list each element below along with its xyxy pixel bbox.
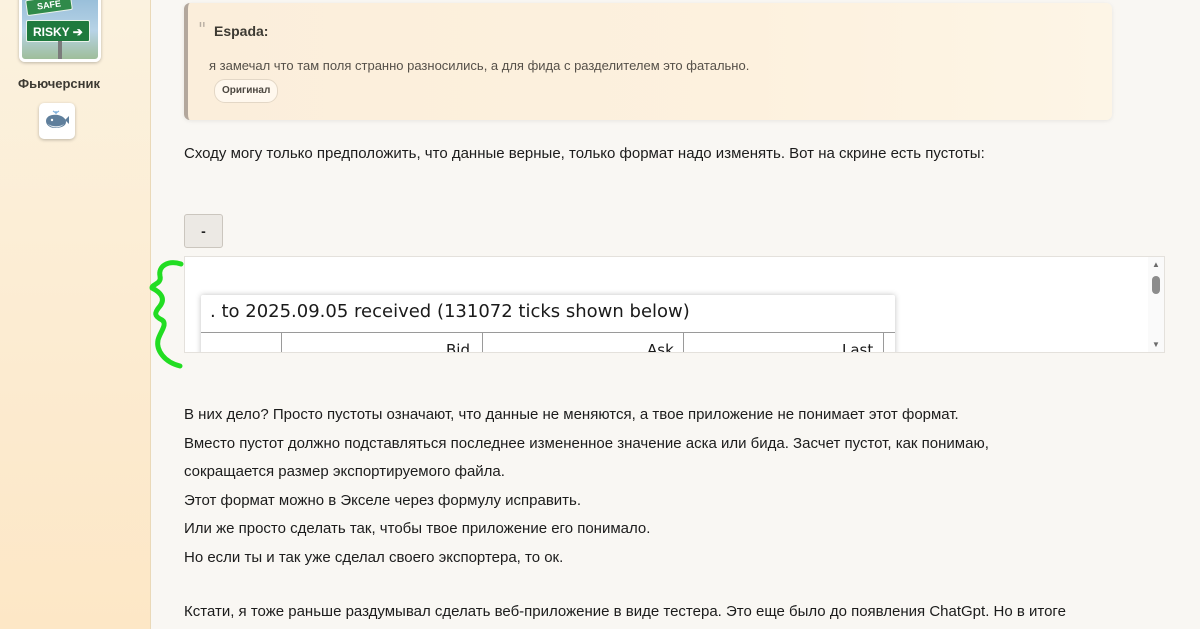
column-header-last: Last (842, 341, 874, 353)
user-sidebar: SAFE RISKY ➔ Фьючерсник (0, 0, 151, 629)
post-line: Вместо пустот должно подставляться после… (184, 434, 989, 452)
post-line: Или же просто сделать так, чтобы твое пр… (184, 520, 651, 538)
sign-post (58, 41, 62, 59)
column-divider (883, 333, 884, 352)
scroll-down-icon[interactable]: ▼ (1152, 340, 1160, 349)
post-line: Но если ты и так уже сделал своего экспо… (184, 548, 564, 566)
quote-block: " Espada: я замечал что там поля странно… (184, 3, 1112, 120)
username[interactable]: Фьючерсник (0, 76, 118, 91)
spoiler-toggle-button[interactable]: - (184, 214, 223, 248)
post-line: сокращается размер экспортируемого файла… (184, 463, 505, 481)
avatar-sign-safe: SAFE (25, 0, 73, 17)
embedded-screenshot: . to 2025.09.05 received (131072 ticks s… (201, 295, 895, 353)
green-brace-annotation (149, 260, 184, 369)
post-intro: Сходу могу только предположить, что данн… (184, 145, 985, 162)
column-header-ask: Ask (647, 341, 674, 353)
avatar-sign-risky: RISKY ➔ (26, 20, 90, 42)
quote-mark-icon: " (198, 19, 207, 40)
post-body: В них дело? Просто пустоты означают, что… (184, 401, 989, 573)
post-line: В них дело? Просто пустоты означают, что… (184, 406, 959, 423)
column-header-bid: Bid (446, 341, 470, 353)
column-divider (482, 333, 483, 352)
post-line: Этот формат можно в Экселе через формулу… (184, 491, 582, 509)
embed-scrollbar[interactable]: ▲ ▼ (1148, 257, 1164, 352)
whale-badge[interactable] (39, 103, 75, 139)
table-header-divider (201, 332, 895, 333)
whale-icon (46, 110, 69, 128)
quote-text: я замечал что там поля странно разносили… (209, 58, 750, 73)
scroll-up-icon[interactable]: ▲ (1152, 260, 1160, 269)
column-divider (683, 333, 684, 352)
column-divider (281, 333, 282, 352)
screenshot-title: . to 2025.09.05 received (131072 ticks s… (210, 301, 690, 322)
scroll-thumb[interactable] (1152, 276, 1160, 294)
original-button[interactable]: Оригинал (214, 79, 279, 103)
avatar[interactable]: SAFE RISKY ➔ (19, 0, 101, 62)
post-last-line: Кстати, я тоже раньше раздумывал сделать… (184, 603, 1066, 620)
embedded-image-frame[interactable]: . to 2025.09.05 received (131072 ticks s… (184, 256, 1165, 353)
quote-author[interactable]: Espada: (214, 23, 268, 39)
